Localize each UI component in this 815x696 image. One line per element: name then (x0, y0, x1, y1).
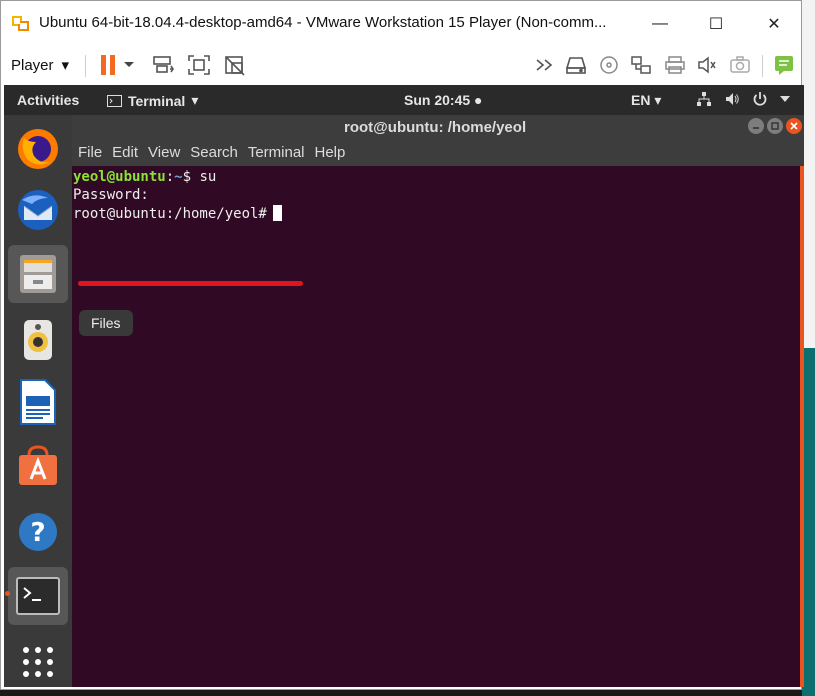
terminal-app-icon (107, 94, 122, 107)
fullscreen-icon[interactable] (187, 54, 211, 76)
guest-screen[interactable]: Activities Terminal ▾ Sun 20:45 ● EN ▾ ?… (4, 85, 804, 687)
chevron-down-icon (780, 96, 790, 102)
power-icon (753, 92, 767, 106)
unity-mode-icon[interactable] (223, 54, 247, 76)
running-indicator (5, 591, 10, 596)
player-label: Player (11, 56, 54, 74)
activities-button[interactable]: Activities (17, 92, 79, 108)
input-language-button[interactable]: EN ▾ (631, 92, 661, 109)
terminal-dock-icon[interactable] (8, 567, 68, 625)
text-cursor (272, 205, 282, 221)
toolbar-divider (85, 55, 86, 77)
menu-view[interactable]: View (144, 137, 184, 166)
terminal-line-3: root@ubuntu:/home/yeol# (73, 205, 282, 222)
close-button[interactable]: ✕ (751, 9, 797, 39)
volume-icon (726, 93, 739, 105)
sound-card-icon[interactable] (695, 54, 719, 76)
terminal-minimize-button[interactable] (748, 118, 764, 134)
message-log-icon[interactable] (772, 54, 796, 76)
menu-help[interactable]: Help (311, 137, 350, 166)
system-tray[interactable] (696, 91, 790, 107)
red-annotation-underline (78, 281, 303, 286)
terminal-close-button[interactable] (786, 118, 802, 134)
maximize-button[interactable]: ☐ (693, 9, 739, 39)
menu-terminal[interactable]: Terminal (244, 137, 309, 166)
network-icon (697, 92, 711, 106)
terminal-line-1: yeol@ubuntu:~$ su (73, 169, 217, 185)
toolbar-divider (762, 55, 763, 77)
terminal-title: root@ubuntu: /home/yeol (344, 119, 527, 136)
player-menu-button[interactable]: Player ▾ (11, 53, 69, 77)
clock[interactable]: Sun 20:45 ● (404, 92, 482, 108)
chevron-down-icon: ▾ (191, 92, 199, 108)
gnome-top-bar: Activities Terminal ▾ Sun 20:45 ● EN ▾ (4, 85, 804, 115)
app-menu-button[interactable]: Terminal ▾ (107, 92, 198, 109)
thunderbird-icon[interactable] (8, 181, 68, 239)
camera-icon[interactable] (728, 54, 752, 76)
window-titlebar[interactable]: Ubuntu 64-bit-18.04.4-desktop-amd64 - VM… (1, 1, 801, 45)
prompt-path: ~ (174, 169, 183, 185)
menu-file[interactable]: File (74, 137, 106, 166)
forward-icon[interactable] (534, 54, 558, 76)
terminal-window: root@ubuntu: /home/yeol File Edit View S… (72, 115, 804, 687)
show-applications-icon[interactable] (8, 633, 68, 691)
chevron-down-icon: ▾ (61, 57, 70, 74)
terminal-output[interactable]: yeol@ubuntu:~$ su Password: root@ubuntu:… (72, 166, 801, 687)
ubuntu-software-icon[interactable] (8, 437, 68, 495)
pause-dropdown-icon[interactable] (121, 54, 137, 76)
dock-tooltip: Files (79, 310, 133, 336)
hard-disk-icon[interactable] (564, 54, 588, 76)
menu-search[interactable]: Search (186, 137, 242, 166)
firefox-icon[interactable] (8, 119, 68, 177)
terminal-titlebar[interactable]: root@ubuntu: /home/yeol (72, 115, 804, 137)
send-ctrl-alt-del-icon[interactable] (151, 54, 175, 76)
root-prompt: root@ubuntu:/home/yeol# (73, 206, 267, 222)
ubuntu-dock: ? (4, 115, 72, 687)
rhythmbox-icon[interactable] (8, 311, 68, 369)
cd-rom-icon[interactable] (597, 54, 621, 76)
player-toolbar: Player ▾ (1, 45, 801, 85)
app-menu-label: Terminal (128, 92, 186, 109)
svg-text:?: ? (30, 518, 45, 548)
help-icon[interactable]: ? (8, 503, 68, 561)
vmware-window: Ubuntu 64-bit-18.04.4-desktop-amd64 - VM… (0, 0, 804, 690)
command-text: $ su (182, 169, 217, 185)
terminal-maximize-button[interactable] (767, 118, 783, 134)
prompt-user: yeol@ubuntu (73, 169, 166, 185)
terminal-line-2: Password: (73, 187, 149, 203)
vmware-logo-icon (12, 16, 29, 31)
pause-icon[interactable] (97, 54, 121, 76)
libreoffice-writer-icon[interactable] (8, 373, 68, 431)
files-icon[interactable] (8, 245, 68, 303)
minimize-button[interactable]: — (637, 9, 683, 39)
terminal-menubar: File Edit View Search Terminal Help (72, 137, 804, 166)
printer-icon[interactable] (663, 54, 687, 76)
network-adapter-icon[interactable] (629, 54, 653, 76)
menu-edit[interactable]: Edit (108, 137, 142, 166)
terminal-scrollbar[interactable] (800, 166, 804, 687)
window-title: Ubuntu 64-bit-18.04.4-desktop-amd64 - VM… (39, 14, 607, 31)
